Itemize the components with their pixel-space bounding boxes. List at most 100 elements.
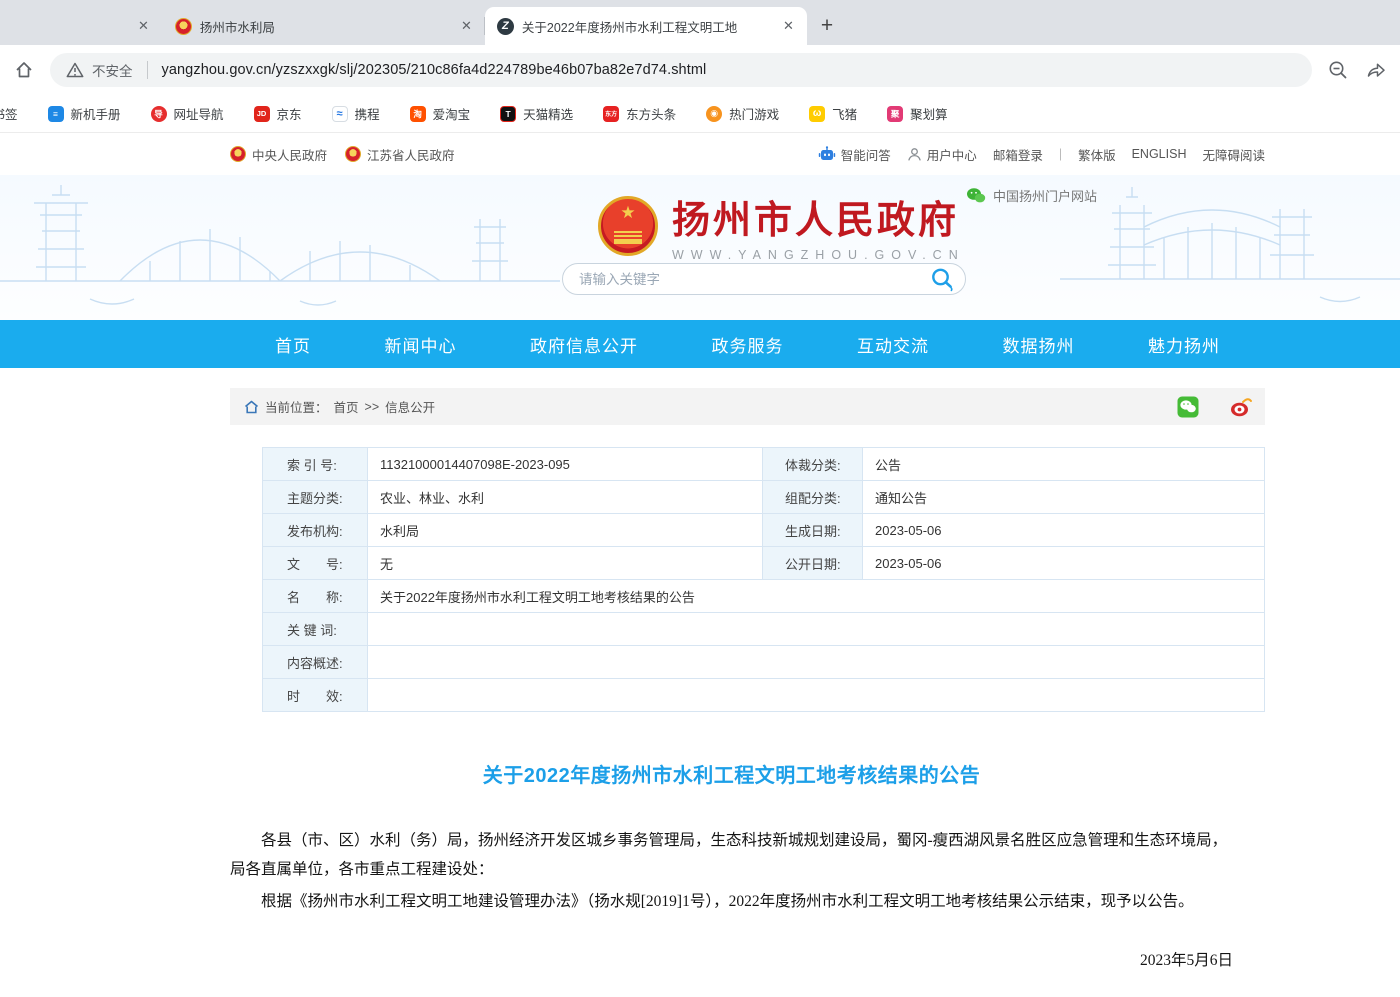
table-row: 文 号: 无 公开日期: 2023-05-06 [263, 547, 1265, 580]
search-input[interactable] [579, 272, 929, 287]
site-banner: 扬州市人民政府 WWW.YANGZHOU.GOV.CN 中国扬州门户网站 [0, 175, 1400, 320]
bookmark-new-device-manual[interactable]: ≡ 新机手册 [48, 104, 121, 123]
meta-label: 时 效: [263, 679, 368, 712]
bookmark-aitaobao[interactable]: 淘 爱淘宝 [410, 104, 471, 123]
site-url: WWW.YANGZHOU.GOV.CN [672, 248, 965, 262]
link-label: 江苏省人民政府 [367, 145, 455, 164]
breadcrumb-home-link[interactable]: 首页 [334, 397, 359, 416]
portal-link[interactable]: 中国扬州门户网站 [966, 186, 1097, 205]
bookmark-label: 热门游戏 [729, 104, 779, 123]
table-row: 名 称: 关于2022年度扬州市水利工程文明工地考核结果的公告 [263, 580, 1265, 613]
tab-announcement-active[interactable]: Z 关于2022年度扬州市水利工程文明工地 ✕ [485, 7, 807, 45]
bookmark-ctrip[interactable]: ≈ 携程 [332, 104, 380, 123]
tab-close-icon[interactable]: ✕ [780, 18, 797, 35]
bookmark-label: 机书签 [0, 104, 18, 123]
bookmark-label: 网址导航 [174, 104, 224, 123]
weibo-share-icon[interactable] [1229, 396, 1253, 418]
table-row: 时 效: [263, 679, 1265, 712]
breadcrumb-section-link[interactable]: 信息公开 [385, 397, 435, 416]
link-central-government[interactable]: ★ 中央人民政府 [230, 145, 327, 164]
breadcrumb-prefix: 当前位置： [265, 397, 328, 416]
bookmark-phone-bookmarks[interactable]: 机书签 [0, 104, 18, 123]
gov-emblem-icon: ★ [345, 146, 361, 162]
omnibox-divider [147, 61, 148, 79]
bookmark-fliggy[interactable]: ω 飞猪 [809, 104, 857, 123]
meta-label: 索 引 号: [263, 448, 368, 481]
site-utility-bar: ★ 中央人民政府 ★ 江苏省人民政府 智能问答 用户中心 邮箱登录 | 繁体版 … [0, 133, 1400, 175]
tab-close-icon[interactable]: ✕ [458, 18, 475, 35]
meta-value-agency: 水利局 [368, 514, 763, 547]
table-row: 内容概述: [263, 646, 1265, 679]
document-meta-table: 索 引 号: 11321000014407098E-2023-095 体裁分类:… [262, 447, 1265, 712]
link-label: 中央人民政府 [252, 145, 327, 164]
search-icon[interactable] [929, 266, 955, 292]
nav-interaction[interactable]: 互动交流 [857, 332, 929, 357]
bookmark-label: 东方头条 [626, 104, 676, 123]
table-row: 索 引 号: 11321000014407098E-2023-095 体裁分类:… [263, 448, 1265, 481]
link-label: 邮箱登录 [993, 145, 1043, 164]
bookmark-jd[interactable]: JD 京东 [254, 104, 302, 123]
table-row: 主题分类: 农业、林业、水利 组配分类: 通知公告 [263, 481, 1265, 514]
games-icon: ◉ [706, 106, 722, 122]
meta-label: 关 键 词: [263, 613, 368, 646]
tmall-icon: T [500, 106, 516, 122]
address-bar: 不安全 yangzhou.gov.cn/yzszxxgk/slj/202305/… [0, 45, 1400, 95]
meta-value-topic: 农业、林业、水利 [368, 481, 763, 514]
home-icon[interactable] [12, 58, 36, 82]
bookmark-hot-games[interactable]: ◉ 热门游戏 [706, 104, 779, 123]
tab-yangzhou-water-bureau[interactable]: ★ 扬州市水利局 ✕ [163, 7, 485, 45]
link-jiangsu-government[interactable]: ★ 江苏省人民政府 [345, 145, 455, 164]
ctrip-dolphin-icon: ≈ [332, 106, 348, 122]
meta-value-publish-date: 2023-05-06 [863, 547, 1265, 580]
meta-value-summary [368, 646, 1265, 679]
home-icon [244, 400, 259, 414]
bookmarks-bar: 机书签 ≡ 新机手册 导 网址导航 JD 京东 ≈ 携程 淘 爱淘宝 T 天猫精… [0, 95, 1400, 133]
share-icon[interactable] [1364, 58, 1388, 82]
link-traditional-chinese[interactable]: 繁体版 [1078, 145, 1116, 164]
meta-label: 组配分类: [763, 481, 863, 514]
main-nav: 首页 新闻中心 政府信息公开 政务服务 互动交流 数据扬州 魅力扬州 [0, 320, 1400, 368]
nav-charm-yangzhou[interactable]: 魅力扬州 [1148, 332, 1220, 357]
tab-0-close-icon[interactable]: ✕ [138, 7, 163, 45]
nav-gov-services[interactable]: 政务服务 [712, 332, 784, 357]
fliggy-pig-icon: ω [809, 106, 825, 122]
eastday-icon: 东方 [603, 106, 619, 122]
omnibox[interactable]: 不安全 yangzhou.gov.cn/yzszxxgk/slj/202305/… [50, 53, 1312, 87]
bookmark-juhuasuan[interactable]: 聚 聚划算 [887, 104, 948, 123]
nav-data-yangzhou[interactable]: 数据扬州 [1003, 332, 1075, 357]
link-mail-login[interactable]: 邮箱登录 [993, 145, 1043, 164]
bookmark-tmall[interactable]: T 天猫精选 [500, 104, 573, 123]
article-date: 2023年5月6日 [230, 947, 1233, 976]
taobao-icon: 淘 [410, 106, 426, 122]
link-smart-qa[interactable]: 智能问答 [818, 145, 891, 164]
article: 关于2022年度扬州市水利工程文明工地考核结果的公告 各县（市、区）水利（务）局… [230, 758, 1265, 997]
bookmark-label: 携程 [355, 104, 380, 123]
bookmark-url-navigation[interactable]: 导 网址导航 [151, 104, 224, 123]
link-label: 用户中心 [927, 145, 977, 164]
tab-title: 扬州市水利局 [200, 17, 450, 36]
bookmark-label: 京东 [277, 104, 302, 123]
site-logo[interactable]: 扬州市人民政府 WWW.YANGZHOU.GOV.CN [598, 189, 965, 262]
meta-value-created-date: 2023-05-06 [863, 514, 1265, 547]
link-english[interactable]: ENGLISH [1132, 147, 1187, 161]
link-accessibility[interactable]: 无障碍阅读 [1202, 145, 1265, 164]
bookmark-label: 爱淘宝 [433, 104, 471, 123]
new-tab-button[interactable]: + [807, 7, 847, 45]
nav-info-disclosure[interactable]: 政府信息公开 [530, 332, 638, 357]
nav-home[interactable]: 首页 [275, 332, 311, 357]
article-paragraph: 各县（市、区）水利（务）局，扬州经济开发区城乡事务管理局，生态科技新城规划建设局… [230, 827, 1233, 884]
url-text[interactable]: yangzhou.gov.cn/yzszxxgk/slj/202305/210c… [162, 62, 707, 78]
main-content: 当前位置： 首页 >> 信息公开 索 引 号: 1132100001440709… [230, 388, 1265, 997]
gov-emblem-favicon: ★ [175, 18, 192, 35]
wechat-share-icon[interactable] [1177, 396, 1199, 418]
table-row: 关 键 词: [263, 613, 1265, 646]
page-favicon: Z [497, 18, 514, 35]
bookmark-eastday[interactable]: 东方 东方头条 [603, 104, 676, 123]
zoom-out-icon[interactable] [1326, 58, 1350, 82]
link-user-center[interactable]: 用户中心 [907, 145, 977, 164]
tab-title: 关于2022年度扬州市水利工程文明工地 [522, 17, 772, 36]
not-secure-warning-icon[interactable] [66, 58, 84, 82]
nav-news-center[interactable]: 新闻中心 [385, 332, 457, 357]
meta-value-keywords [368, 613, 1265, 646]
meta-label: 文 号: [263, 547, 368, 580]
